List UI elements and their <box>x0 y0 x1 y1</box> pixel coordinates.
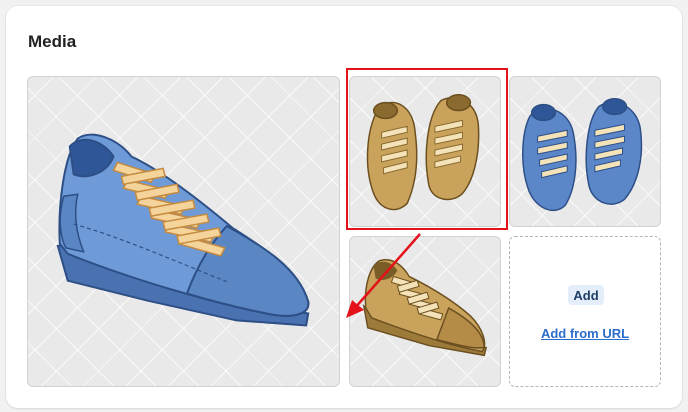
tan-sneaker-image <box>362 259 488 357</box>
media-item-2[interactable] <box>349 76 501 227</box>
tan-sneakers-pair-image <box>366 94 480 211</box>
blue-sneaker-image <box>56 133 310 327</box>
blue-sneakers-pair-image <box>522 97 643 212</box>
media-dropzone[interactable]: Add Add from URL <box>509 236 661 387</box>
media-item-large[interactable] <box>27 76 340 387</box>
media-item-3[interactable] <box>509 76 661 227</box>
add-from-url-link[interactable]: Add from URL <box>510 326 660 341</box>
section-title: Media <box>28 32 77 51</box>
add-button[interactable]: Add <box>568 285 604 305</box>
media-item-4[interactable] <box>349 236 501 387</box>
